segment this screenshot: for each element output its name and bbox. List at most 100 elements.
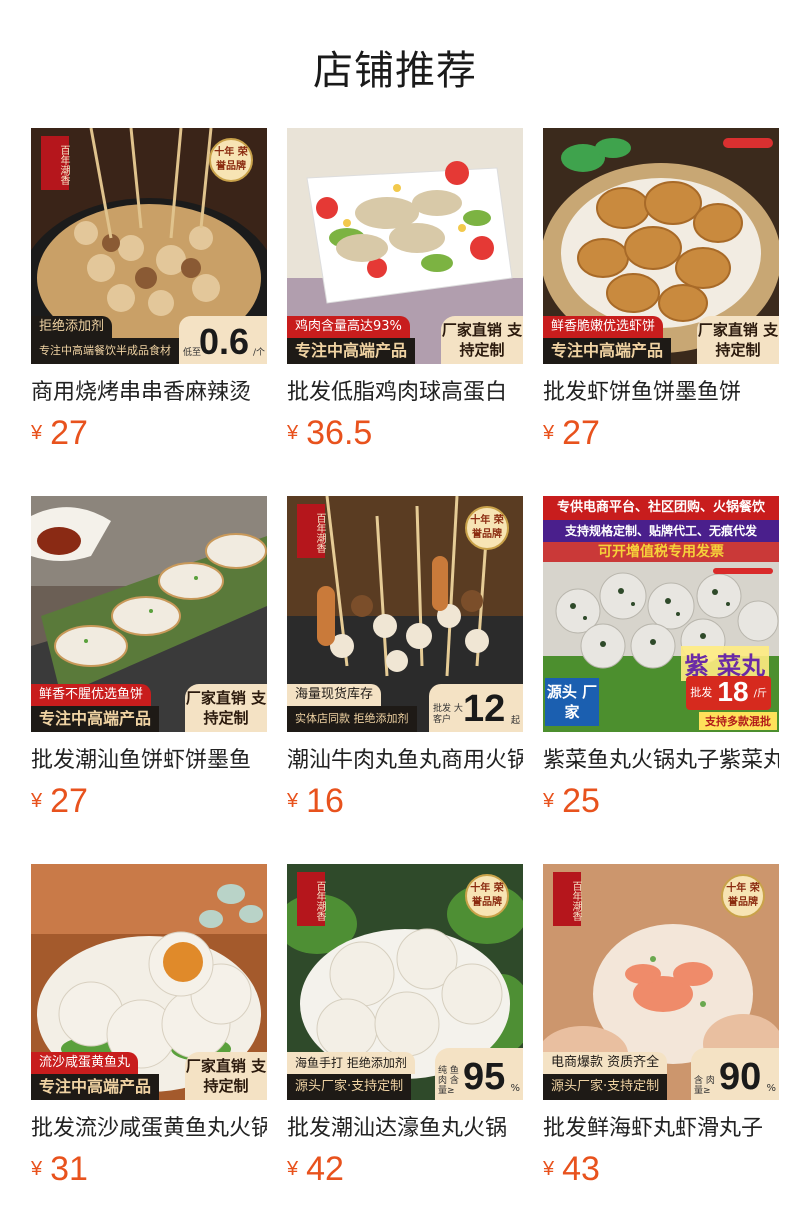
currency-symbol: ¥ (31, 790, 43, 812)
currency-symbol: ¥ (543, 1158, 555, 1180)
seal-icon: 十年 荣誉品牌 (465, 874, 509, 918)
product-image[interactable]: 鲜香不腥优选鱼饼 专注中高端产品 厂家直销 支持定制 (31, 496, 267, 732)
product-card[interactable]: 百年潮香 十年 荣誉品牌 电商爆款 资质齐全 源头厂家·支持定制 含 肉 量≥ … (543, 864, 779, 1232)
product-title[interactable]: 紫菜鱼丸火锅丸子紫菜丸 (543, 746, 779, 776)
feature-ribbon: 流沙咸蛋黄鱼丸 (31, 1052, 139, 1074)
price-tag: 批发 大客户 12 起 (429, 684, 523, 732)
product-image[interactable]: 鲜香脆嫩优选虾饼 专注中高端产品 厂家直销 支持定制 (543, 128, 779, 364)
price-tag: 纯 鱼肉 含量≥ 95 % (435, 1048, 523, 1100)
product-card[interactable]: 鲜香脆嫩优选虾饼 专注中高端产品 厂家直销 支持定制 批发虾饼鱼饼墨鱼饼 ¥27 (543, 128, 779, 496)
price-value: 27 (50, 414, 88, 452)
product-image[interactable]: 流沙咸蛋黄鱼丸 专注中高端产品 厂家直销 支持定制 (31, 864, 267, 1100)
product-title[interactable]: 批发流沙咸蛋黄鱼丸火锅 (31, 1114, 267, 1144)
seal-icon: 十年 荣誉品牌 (721, 874, 765, 918)
price-value: 16 (306, 782, 344, 820)
product-card[interactable]: 流沙咸蛋黄鱼丸 专注中高端产品 厂家直销 支持定制 批发流沙咸蛋黄鱼丸火锅 ¥3… (31, 864, 267, 1232)
price-tag-unit: 起 (510, 716, 520, 726)
mixed-wholesale-badge: 支持多款混批 (699, 712, 777, 730)
price-value: 36.5 (306, 414, 373, 452)
product-price: ¥27 (543, 414, 600, 453)
source-factory-badge: 源头 厂家 (545, 678, 599, 726)
price-tag-value: 18 (717, 676, 749, 707)
product-title[interactable]: 批发虾饼鱼饼墨鱼饼 (543, 378, 779, 408)
slogan-ribbon: 实体店同款 拒绝添加剂 (287, 706, 417, 732)
currency-symbol: ¥ (31, 1158, 43, 1180)
factory-direct-badge: 厂家直销 支持定制 (441, 316, 523, 364)
product-price: ¥27 (31, 782, 88, 821)
price-value: 42 (306, 1150, 344, 1188)
page-title: 店铺推荐 (313, 48, 477, 94)
price-tag-unit: % (510, 1083, 520, 1094)
factory-direct-badge: 厂家直销 支持定制 (185, 684, 267, 732)
product-title[interactable]: 批发低脂鸡肉球高蛋白 (287, 378, 523, 408)
product-grid: 百年潮香 十年 荣誉品牌 拒绝添加剂 专注中高端餐饮半成品食材 低至 0.6 /… (31, 128, 779, 1232)
price-tag-value: 95 (463, 1056, 506, 1098)
price-tag: 含 肉 量≥ 90 % (691, 1048, 779, 1100)
product-title[interactable]: 批发潮汕达濠鱼丸火锅 (287, 1114, 523, 1144)
price-tag-prefix: 含 肉 量≥ (694, 1076, 715, 1096)
product-card[interactable]: 鲜香不腥优选鱼饼 专注中高端产品 厂家直销 支持定制 批发潮汕鱼饼虾饼墨鱼 ¥2… (31, 496, 267, 864)
price-value: 25 (562, 782, 600, 820)
slogan-ribbon: 源头厂家·支持定制 (287, 1074, 412, 1100)
slogan-ribbon: 专注中高端产品 (543, 338, 672, 364)
currency-symbol: ¥ (287, 790, 299, 812)
product-card[interactable]: 百年潮香 十年 荣誉品牌 海鱼手打 拒绝添加剂 源头厂家·支持定制 纯 鱼肉 含… (287, 864, 523, 1232)
price-tag-value: 12 (463, 688, 506, 730)
slogan-ribbon: 源头厂家·支持定制 (543, 1074, 668, 1100)
price-tag-prefix: 纯 鱼肉 含量≥ (438, 1066, 459, 1096)
product-card[interactable]: 鸡肉含量高达93% 专注中高端产品 厂家直销 支持定制 批发低脂鸡肉球高蛋白 ¥… (287, 128, 523, 496)
brand-stamp: 百年潮香 (297, 872, 325, 926)
slogan-ribbon: 专注中高端产品 (31, 706, 160, 732)
currency-symbol: ¥ (31, 422, 43, 444)
feature-ribbon: 海鱼手打 拒绝添加剂 (287, 1052, 415, 1074)
price-value: 27 (562, 414, 600, 452)
brand-stamp: 百年潮香 (41, 136, 69, 190)
product-title[interactable]: 批发鲜海虾丸虾滑丸子 (543, 1114, 779, 1144)
price-value: 43 (562, 1150, 600, 1188)
product-price: ¥25 (543, 782, 600, 821)
product-card[interactable]: 百年潮香 十年 荣誉品牌 海量现货库存 实体店同款 拒绝添加剂 批发 大客户 1… (287, 496, 523, 864)
currency-symbol: ¥ (287, 422, 299, 444)
currency-symbol: ¥ (543, 422, 555, 444)
product-title[interactable]: 商用烧烤串串香麻辣烫 (31, 378, 267, 408)
product-card[interactable]: 专供电商平台、社区团购、火锅餐饮 支持规格定制、贴牌代工、无痕代发 可开增值税专… (543, 496, 779, 864)
product-price: ¥16 (287, 782, 344, 821)
price-tag-value: 0.6 (199, 321, 250, 362)
brand-stamp: 百年潮香 (297, 504, 325, 558)
product-price: ¥43 (543, 1150, 600, 1189)
product-price: ¥27 (31, 414, 88, 453)
promo-banner-invoice: 可开增值税专用发票 (543, 542, 779, 562)
factory-direct-badge: 厂家直销 支持定制 (697, 316, 779, 364)
price-tag-prefix: 批发 大客户 (433, 704, 463, 725)
product-image[interactable]: 百年潮香 十年 荣誉品牌 拒绝添加剂 专注中高端餐饮半成品食材 低至 0.6 /… (31, 128, 267, 364)
seal-icon: 十年 荣誉品牌 (465, 506, 509, 550)
feature-ribbon: 海量现货库存 (287, 684, 382, 706)
feature-ribbon: 鲜香脆嫩优选虾饼 (543, 316, 664, 338)
price-tag-prefix: 批发 (690, 686, 713, 699)
promo-banner-services: 支持规格定制、贴牌代工、无痕代发 (543, 520, 779, 542)
feature-ribbon: 鲜香不腥优选鱼饼 (31, 684, 152, 706)
product-title[interactable]: 潮汕牛肉丸鱼丸商用火锅 (287, 746, 523, 776)
promo-banner-channels: 专供电商平台、社区团购、火锅餐饮 (543, 496, 779, 520)
product-image[interactable]: 百年潮香 十年 荣誉品牌 电商爆款 资质齐全 源头厂家·支持定制 含 肉 量≥ … (543, 864, 779, 1100)
product-title[interactable]: 批发潮汕鱼饼虾饼墨鱼 (31, 746, 267, 776)
product-price: ¥42 (287, 1150, 344, 1189)
product-price: ¥31 (31, 1150, 88, 1189)
product-image[interactable]: 百年潮香 十年 荣誉品牌 海鱼手打 拒绝添加剂 源头厂家·支持定制 纯 鱼肉 含… (287, 864, 523, 1100)
brand-stamp: 百年潮香 (553, 872, 581, 926)
product-image[interactable]: 鸡肉含量高达93% 专注中高端产品 厂家直销 支持定制 (287, 128, 523, 364)
feature-ribbon: 鸡肉含量高达93% (287, 316, 410, 338)
price-tag-unit: % (766, 1083, 776, 1094)
price-value: 31 (50, 1150, 88, 1188)
slogan-ribbon: 专注中高端餐饮半成品食材 (31, 338, 179, 364)
product-price: ¥36.5 (287, 414, 372, 453)
currency-symbol: ¥ (287, 1158, 299, 1180)
price-tag-unit: /个 (252, 348, 265, 358)
product-image[interactable]: 百年潮香 十年 荣誉品牌 海量现货库存 实体店同款 拒绝添加剂 批发 大客户 1… (287, 496, 523, 732)
product-card[interactable]: 百年潮香 十年 荣誉品牌 拒绝添加剂 专注中高端餐饮半成品食材 低至 0.6 /… (31, 128, 267, 496)
product-image[interactable]: 专供电商平台、社区团购、火锅餐饮 支持规格定制、贴牌代工、无痕代发 可开增值税专… (543, 496, 779, 732)
currency-symbol: ¥ (543, 790, 555, 812)
feature-ribbon: 电商爆款 资质齐全 (543, 1052, 668, 1074)
price-tag: 低至 0.6 /个 (179, 316, 267, 364)
price-tag: 批发 18 /斤 (686, 676, 771, 710)
